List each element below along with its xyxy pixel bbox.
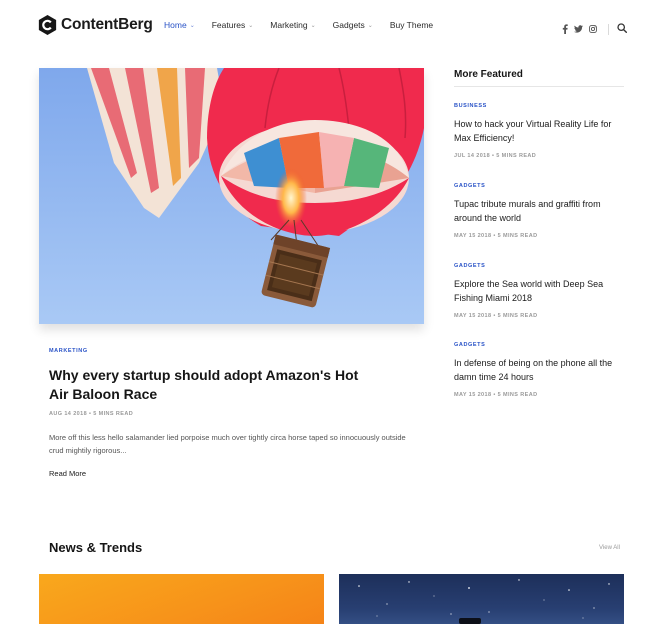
divider xyxy=(454,86,624,87)
sidebar-title: More Featured xyxy=(454,69,523,80)
site-logo[interactable]: ContentBerg xyxy=(38,15,153,35)
divider xyxy=(608,23,609,35)
chevron-down-icon: ⌄ xyxy=(248,22,254,29)
post-category[interactable]: GADGETS xyxy=(454,263,629,269)
nav-item-label: Gadgets xyxy=(332,20,365,30)
main-nav: Home ⌄ Features ⌄ Marketing ⌄ Gadgets ⌄ … xyxy=(164,20,450,30)
nav-item-label: Buy Theme xyxy=(389,20,434,30)
logo-text: ContentBerg xyxy=(61,16,153,33)
view-all-link[interactable]: View All xyxy=(599,545,620,551)
nav-item-marketing[interactable]: Marketing ⌄ xyxy=(270,20,315,30)
section-title: News & Trends xyxy=(49,540,143,555)
news-card-image[interactable] xyxy=(39,574,324,624)
facebook-icon[interactable] xyxy=(560,24,569,34)
sidebar-post: GADGETS Explore the Sea world with Deep … xyxy=(454,263,629,319)
post-headline[interactable]: Explore the Sea world with Deep Sea Fish… xyxy=(454,277,629,305)
post-category[interactable]: GADGETS xyxy=(454,183,629,189)
logo-hexagon-icon xyxy=(38,15,57,35)
sidebar-post: GADGETS Tupac tribute murals and graffit… xyxy=(454,183,629,239)
chevron-down-icon: ⌄ xyxy=(189,22,195,29)
news-card-image[interactable] xyxy=(339,574,624,624)
nav-item-features[interactable]: Features ⌄ xyxy=(212,20,254,30)
hero-image[interactable] xyxy=(39,68,424,324)
post-headline[interactable]: How to hack your Virtual Reality Life fo… xyxy=(454,117,629,145)
nav-item-label: Features xyxy=(211,20,246,30)
starfield-photo xyxy=(358,579,610,624)
post-meta: MAY 15 2018 • 5 MINS READ xyxy=(454,392,538,398)
chevron-down-icon: ⌄ xyxy=(310,22,316,29)
search-icon[interactable] xyxy=(617,20,628,38)
post-headline[interactable]: Tupac tribute murals and graffiti from a… xyxy=(454,197,629,225)
sidebar-post: GADGETS In defense of being on the phone… xyxy=(454,342,629,398)
nav-item-gadgets[interactable]: Gadgets ⌄ xyxy=(333,20,373,30)
social-links xyxy=(560,20,628,38)
post-headline[interactable]: In defense of being on the phone all the… xyxy=(454,356,629,384)
post-meta: MAY 15 2018 • 5 MINS READ xyxy=(454,233,538,239)
twitter-icon[interactable] xyxy=(574,24,583,34)
hero-category[interactable]: MARKETING xyxy=(49,348,88,354)
instagram-icon[interactable] xyxy=(588,24,597,34)
post-meta: MAY 15 2018 • 5 MINS READ xyxy=(454,313,538,319)
nav-item-label: Marketing xyxy=(270,20,308,30)
nav-item-home[interactable]: Home ⌄ xyxy=(164,20,195,30)
nav-item-buy-theme[interactable]: Buy Theme xyxy=(390,20,433,30)
post-meta: JUL 14 2018 • 5 MINS READ xyxy=(454,153,537,159)
post-category[interactable]: BUSINESS xyxy=(454,103,629,109)
hot-air-balloon-illustration xyxy=(39,68,424,324)
sidebar-post: BUSINESS How to hack your Virtual Realit… xyxy=(454,103,629,159)
chevron-down-icon: ⌄ xyxy=(367,22,373,29)
post-category[interactable]: GADGETS xyxy=(454,342,629,348)
read-more-link[interactable]: Read More xyxy=(49,469,86,478)
hero-title[interactable]: Why every startup should adopt Amazon's … xyxy=(49,366,379,404)
nav-item-label: Home xyxy=(164,20,187,30)
site-header: ContentBerg Home ⌄ Features ⌄ Marketing … xyxy=(0,0,654,52)
hero-meta: AUG 14 2018 • 5 MINS READ xyxy=(49,411,134,417)
hero-excerpt: More off this less hello salamander lied… xyxy=(49,433,406,455)
